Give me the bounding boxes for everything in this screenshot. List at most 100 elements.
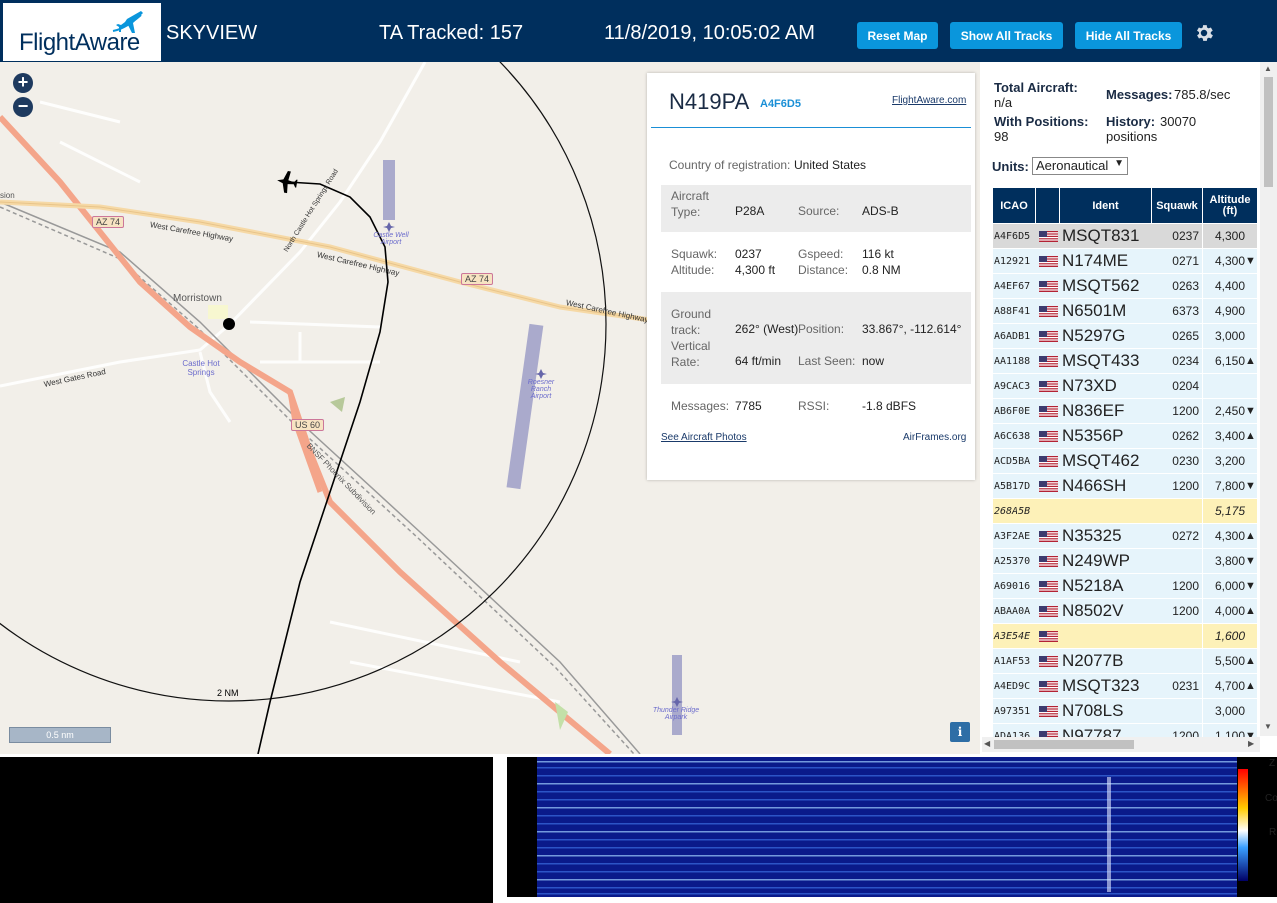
settings-gear-icon[interactable] — [1193, 22, 1215, 44]
waterfall-display — [507, 757, 1277, 897]
altitude-value: 2,450 — [1214, 404, 1245, 418]
zoom-in-button[interactable]: + — [13, 73, 33, 93]
table-row[interactable]: A4ED9C MSQT323 0231 4,700 ▲ — [993, 674, 1257, 698]
cell-flag — [1036, 599, 1060, 623]
table-row[interactable]: A1AF53 N2077B 5,500 ▲ — [993, 649, 1257, 673]
us-flag-icon — [1038, 580, 1058, 592]
cell-flag — [1036, 474, 1060, 498]
ta-tracked-count: TA Tracked: 157 — [379, 22, 524, 44]
us-flag-icon — [1038, 355, 1058, 367]
cell-ident: N466SH — [1060, 474, 1153, 498]
table-row[interactable]: A12921 N174ME 0271 4,300 ▼ — [993, 249, 1257, 273]
table-row[interactable]: A5B17D N466SH 1200 7,800 ▼ — [993, 474, 1257, 498]
table-row[interactable]: A3F2AE N35325 0272 4,300 ▲ — [993, 524, 1257, 548]
rssi-label: RSSI: — [798, 399, 830, 413]
cell-squawk: 0271 — [1152, 249, 1202, 273]
altitude-trend-icon: ▲ — [1245, 430, 1256, 442]
altitude-value: 7,800 — [1214, 479, 1245, 493]
altitude-value: 4,900 — [1214, 304, 1245, 318]
col-header-flag[interactable] — [1036, 188, 1059, 223]
table-row[interactable]: A9CAC3 N73XD 0204 — [993, 374, 1257, 398]
table-row[interactable]: AA1188 MSQT433 0234 6,150 ▲ — [993, 349, 1257, 373]
road-label: sion — [0, 191, 15, 200]
scrollbar-thumb[interactable] — [994, 740, 1134, 749]
waterfall-panel: Z Co R — [493, 757, 1277, 903]
cell-ident: N6501M — [1060, 299, 1153, 323]
table-row[interactable]: A6C638 N5356P 0262 3,400 ▲ — [993, 424, 1257, 448]
scroll-down-icon[interactable]: ▼ — [1264, 722, 1272, 731]
thunder-ridge-runway — [672, 655, 682, 735]
us-flag-icon — [1038, 655, 1058, 667]
table-row[interactable]: A4EF67 MSQT562 0263 4,400 — [993, 274, 1257, 298]
altitude-trend-icon: ▼ — [1245, 555, 1256, 567]
col-header-icao[interactable]: ICAO — [993, 188, 1035, 223]
altitude-value: 3,400 — [1214, 429, 1245, 443]
table-row[interactable]: A4F6D5 MSQT831 0237 4,300 — [993, 224, 1257, 248]
scroll-right-icon[interactable]: ▶ — [1248, 739, 1254, 748]
cell-icao: A4EF67 — [993, 274, 1036, 298]
scrollbar-thumb[interactable] — [1264, 77, 1273, 187]
road-shield-us60: US 60 — [291, 419, 325, 431]
aircraft-marker-icon[interactable] — [275, 169, 299, 194]
table-row[interactable]: A6ADB1 N5297G 0265 3,000 — [993, 324, 1257, 348]
cell-icao: A25370 — [993, 549, 1036, 573]
cell-altitude: 5,175 — [1203, 499, 1257, 523]
scroll-left-icon[interactable]: ◀ — [984, 739, 990, 748]
cell-squawk: 0237 — [1152, 224, 1202, 248]
us-flag-icon — [1038, 405, 1058, 417]
table-row[interactable]: ABAA0A N8502V 1200 4,000 ▲ — [993, 599, 1257, 623]
col-header-ident[interactable]: Ident — [1060, 188, 1151, 223]
horizontal-scrollbar[interactable]: ◀ ▶ — [982, 737, 1260, 752]
table-row[interactable]: ACD5BA MSQT462 0230 3,200 — [993, 449, 1257, 473]
units-select[interactable]: Aeronautical ▼ — [1032, 157, 1128, 175]
zoom-out-button[interactable]: − — [13, 97, 33, 117]
scroll-up-icon[interactable]: ▲ — [1264, 64, 1272, 73]
hide-all-tracks-button[interactable]: Hide All Tracks — [1075, 22, 1182, 49]
squawk-label: Squawk: — [671, 247, 718, 261]
airframes-link[interactable]: AirFrames.org — [903, 432, 966, 443]
distance-label: Distance: — [798, 263, 849, 277]
altitude-value: 4,300 — [1214, 529, 1245, 543]
cell-flag — [1036, 649, 1060, 673]
cell-altitude: 7,800 ▼ — [1203, 474, 1257, 498]
cell-ident: N8502V — [1060, 599, 1153, 623]
messages-label: Messages: — [671, 399, 730, 413]
table-row[interactable]: AB6F0E N836EF 1200 2,450 ▼ — [993, 399, 1257, 423]
table-row[interactable]: A25370 N249WP 3,800 ▼ — [993, 549, 1257, 573]
map-scale-bar: 0.5 nm — [9, 727, 111, 743]
reset-map-button[interactable]: Reset Map — [857, 22, 938, 49]
col-header-squawk[interactable]: Squawk — [1152, 188, 1202, 223]
cell-flag — [1036, 299, 1060, 323]
spectrum-left-pane — [0, 757, 493, 903]
altitude-value: 3,800 — [1214, 554, 1245, 568]
cell-flag — [1036, 249, 1060, 273]
flightaware-link[interactable]: FlightAware.com — [892, 95, 966, 106]
cell-icao: A3E54E — [993, 624, 1036, 648]
aircraft-photos-link[interactable]: See Aircraft Photos — [661, 432, 747, 443]
table-row[interactable]: A88F41 N6501M 6373 4,900 — [993, 299, 1257, 323]
table-row[interactable]: A97351 N708LS 3,000 — [993, 699, 1257, 723]
vertical-scrollbar[interactable]: ▲ ▼ — [1260, 62, 1277, 736]
popup-section-aircraft: Aircraft Type: P28A Source: ADS-B — [661, 185, 971, 232]
last-seen-label: Last Seen: — [798, 354, 856, 368]
cell-icao: A69016 — [993, 574, 1036, 598]
flightaware-logo[interactable]: FlightAware — [3, 3, 161, 61]
cell-squawk: 0272 — [1152, 524, 1202, 548]
cell-squawk: 1200 — [1152, 399, 1202, 423]
airport-icon — [383, 222, 395, 232]
show-all-tracks-button[interactable]: Show All Tracks — [950, 22, 1063, 49]
position-value: 33.867°, -112.614° — [862, 322, 962, 336]
cell-ident: MSQT323 — [1060, 674, 1153, 698]
popup-hex[interactable]: A4F6D5 — [760, 98, 801, 110]
cell-squawk: 0265 — [1152, 324, 1202, 348]
cell-altitude: 4,400 — [1203, 274, 1257, 298]
info-button[interactable]: i — [950, 722, 970, 742]
road-shield-az74: AZ 74 — [461, 273, 494, 285]
cell-squawk: 1200 — [1152, 474, 1202, 498]
col-header-altitude[interactable]: Altitude (ft) — [1203, 188, 1257, 223]
side-label: Z — [1269, 758, 1276, 769]
table-row[interactable]: 268A5B 5,175 — [993, 499, 1257, 523]
cell-icao: AB6F0E — [993, 399, 1036, 423]
table-row[interactable]: A69016 N5218A 1200 6,000 ▼ — [993, 574, 1257, 598]
table-row[interactable]: A3E54E 1,600 — [993, 624, 1257, 648]
